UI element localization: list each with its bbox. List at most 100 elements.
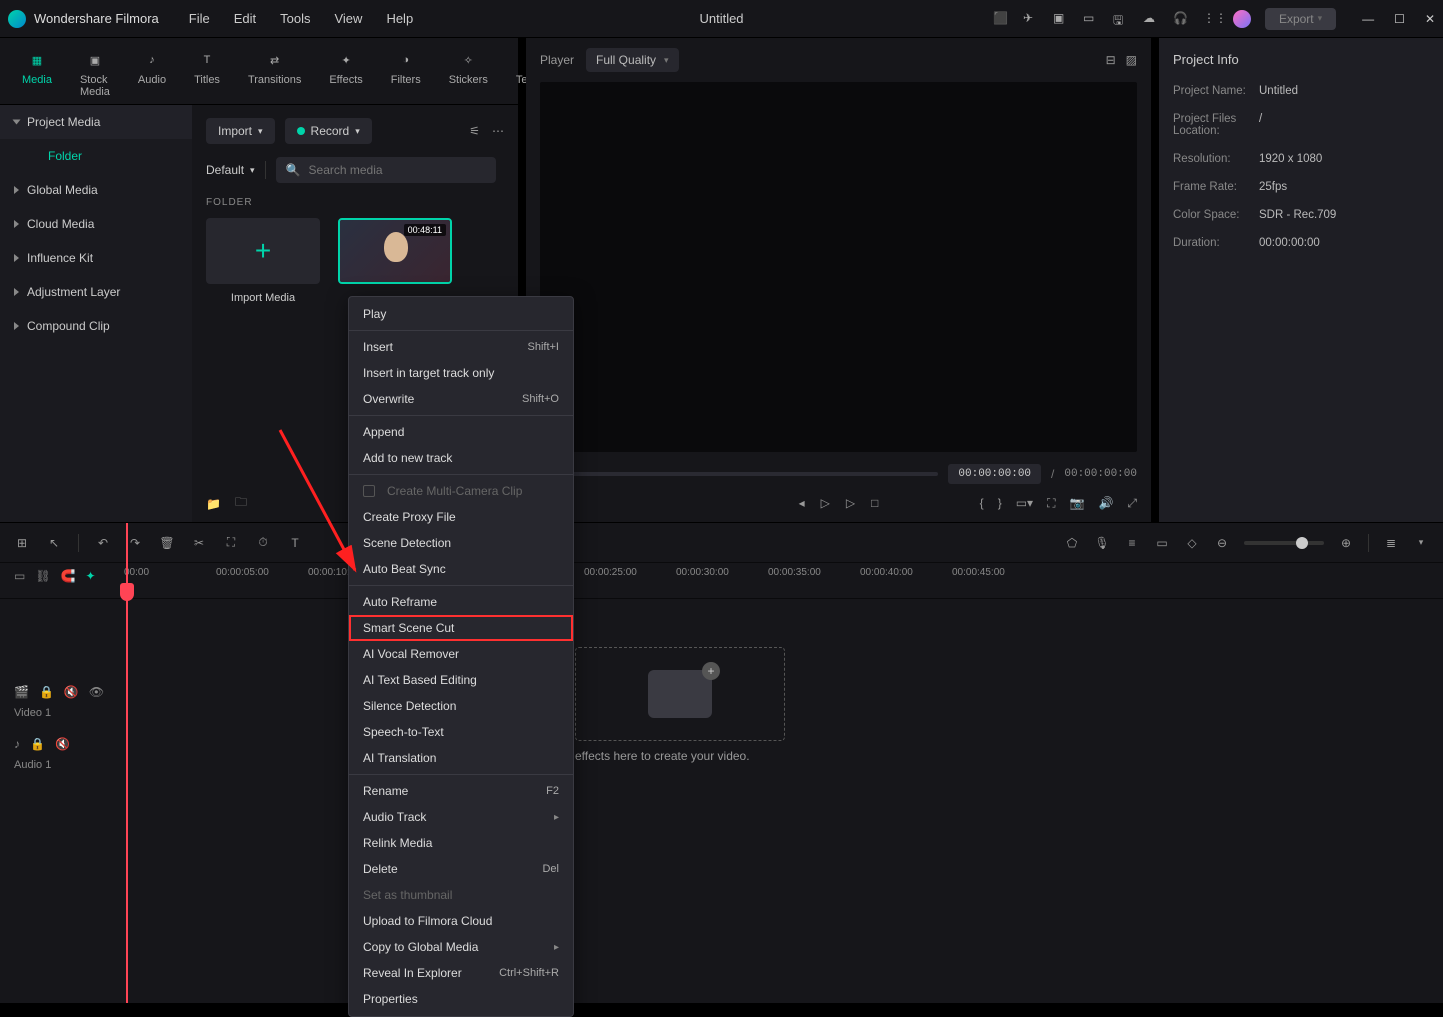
ctx-smart-scene-cut[interactable]: Smart Scene Cut — [349, 615, 573, 641]
crop-icon[interactable]: ⛶ — [1047, 496, 1055, 511]
menu-edit[interactable]: Edit — [234, 11, 256, 26]
mark-out-icon[interactable]: } — [998, 496, 1002, 511]
lock-icon[interactable]: 🔒 — [30, 737, 45, 751]
auto-ripple-icon[interactable]: ✦ — [86, 569, 96, 583]
ratio-icon[interactable]: ▭▾ — [1016, 496, 1033, 511]
lock-icon[interactable]: 🔒 — [39, 685, 54, 699]
pointer-icon[interactable]: ↖ — [46, 535, 62, 551]
ctx-scene-detection[interactable]: Scene Detection — [349, 530, 573, 556]
filter-icon[interactable]: ⚟ — [469, 124, 480, 138]
export-button[interactable]: Export ▾ — [1265, 8, 1336, 30]
volume-icon[interactable]: 🔊 — [1098, 496, 1113, 511]
menu-tools[interactable]: Tools — [280, 11, 310, 26]
ctx-vocal-remover[interactable]: AI Vocal Remover — [349, 641, 573, 667]
playhead-handle[interactable] — [120, 583, 134, 601]
ctx-text-editing[interactable]: AI Text Based Editing — [349, 667, 573, 693]
magnet-icon[interactable]: 🧲 — [61, 569, 76, 583]
mark-in-icon[interactable]: { — [980, 496, 984, 511]
layout1-icon[interactable]: ▣ — [1053, 11, 1069, 27]
ctx-reveal-explorer[interactable]: Reveal In ExplorerCtrl+Shift+R — [349, 960, 573, 986]
menu-view[interactable]: View — [334, 11, 362, 26]
fullscreen-icon[interactable]: ⤢ — [1127, 496, 1137, 511]
sidebar-adjustment-layer[interactable]: Adjustment Layer — [0, 275, 192, 309]
redo-icon[interactable]: ↷ — [127, 535, 143, 551]
save-icon[interactable]: 🖫 — [1113, 11, 1129, 27]
sort-dropdown[interactable]: Default ▾ — [206, 157, 255, 183]
folder-icon[interactable]: 🗀 — [235, 493, 247, 514]
ctx-play[interactable]: Play — [349, 301, 573, 327]
tab-stickers[interactable]: ✧Stickers — [439, 44, 498, 104]
sidebar-global-media[interactable]: Global Media — [0, 173, 192, 207]
tab-stock-media[interactable]: ▣Stock Media — [70, 44, 120, 104]
ctx-beat-sync[interactable]: Auto Beat Sync — [349, 556, 573, 582]
minimize-button[interactable]: — — [1362, 12, 1374, 26]
ctx-proxy[interactable]: Create Proxy File — [349, 504, 573, 530]
speed-icon[interactable]: ⏱ — [255, 535, 271, 551]
tab-effects[interactable]: ✦Effects — [319, 44, 372, 104]
menu-help[interactable]: Help — [386, 11, 413, 26]
ctx-silence-detection[interactable]: Silence Detection — [349, 693, 573, 719]
ctx-audio-track[interactable]: Audio Track▸ — [349, 804, 573, 830]
apps-icon[interactable]: ⋮⋮ — [1203, 11, 1219, 27]
chevron-down-icon[interactable]: ▾ — [1413, 535, 1429, 551]
keyframe-icon[interactable]: ◇ — [1184, 535, 1200, 551]
search-input[interactable] — [309, 163, 486, 177]
crop-tool-icon[interactable]: ⛶ — [223, 535, 239, 551]
zoom-out-icon[interactable]: ⊖ — [1214, 535, 1230, 551]
import-media-button[interactable]: + Import Media — [206, 218, 320, 304]
avatar-icon[interactable] — [1233, 10, 1251, 28]
tab-titles[interactable]: TTitles — [184, 44, 230, 104]
grid-icon[interactable]: ⊞ — [14, 535, 30, 551]
cut-icon[interactable]: ✂ — [191, 535, 207, 551]
next-frame-button[interactable]: ▷ — [846, 496, 855, 510]
tab-media[interactable]: ▦Media — [12, 44, 62, 104]
preview-viewport[interactable] — [540, 82, 1137, 452]
stop-button[interactable]: □ — [871, 496, 878, 510]
import-dropdown[interactable]: Import ▾ — [206, 118, 275, 144]
ctx-upload-cloud[interactable]: Upload to Filmora Cloud — [349, 908, 573, 934]
sidebar-influence-kit[interactable]: Influence Kit — [0, 241, 192, 275]
sidebar-compound-clip[interactable]: Compound Clip — [0, 309, 192, 343]
track-options-icon[interactable]: ≣ — [1383, 535, 1399, 551]
ctx-properties[interactable]: Properties — [349, 986, 573, 1012]
zoom-in-icon[interactable]: ⊕ — [1338, 535, 1354, 551]
mute-icon[interactable]: 🔇 — [64, 685, 79, 699]
marker-icon[interactable]: ⬠ — [1064, 535, 1080, 551]
text-icon[interactable]: T — [287, 535, 303, 551]
mixer-icon[interactable]: ≡ — [1124, 535, 1140, 551]
ctx-insert[interactable]: InsertShift+I — [349, 334, 573, 360]
link-icon[interactable]: ⛓ — [35, 569, 50, 583]
ctx-ai-translation[interactable]: AI Translation — [349, 745, 573, 771]
gift-icon[interactable]: ⬛ — [993, 11, 1009, 27]
playback-scrubber[interactable] — [540, 472, 938, 476]
ctx-speech-to-text[interactable]: Speech-to-Text — [349, 719, 573, 745]
close-button[interactable]: ✕ — [1425, 12, 1435, 26]
sidebar-cloud-media[interactable]: Cloud Media — [0, 207, 192, 241]
timeline-ruler[interactable]: ▭ ⛓ 🧲 ✦ 00:0000:00:05:0000:00:10:0000:00… — [0, 563, 1443, 599]
ctx-auto-reframe[interactable]: Auto Reframe — [349, 589, 573, 615]
ctx-insert-target[interactable]: Insert in target track only — [349, 360, 573, 386]
snapshot-icon[interactable]: 📷 — [1069, 496, 1084, 511]
ctx-overwrite[interactable]: OverwriteShift+O — [349, 386, 573, 412]
send-icon[interactable]: ✈ — [1023, 11, 1039, 27]
prev-frame-button[interactable]: ◂ — [799, 496, 805, 510]
sidebar-folder[interactable]: Folder — [0, 139, 192, 173]
tab-transitions[interactable]: ⇄Transitions — [238, 44, 311, 104]
search-media[interactable]: 🔍 — [276, 157, 496, 183]
render-icon[interactable]: ▭ — [1154, 535, 1170, 551]
ctx-append[interactable]: Append — [349, 419, 573, 445]
play-button[interactable]: ▷ — [821, 496, 830, 510]
tab-audio[interactable]: ♪Audio — [128, 44, 176, 104]
ctx-rename[interactable]: RenameF2 — [349, 778, 573, 804]
new-folder-icon[interactable]: 📁 — [206, 497, 221, 511]
snapshot-list-icon[interactable]: ▨ — [1126, 53, 1137, 67]
layout2-icon[interactable]: ▭ — [1083, 11, 1099, 27]
delete-icon[interactable]: 🗑 — [159, 535, 175, 551]
ctx-delete[interactable]: DeleteDel — [349, 856, 573, 882]
record-dropdown[interactable]: Record ▾ — [285, 118, 372, 144]
visibility-icon[interactable]: 👁 — [89, 685, 104, 699]
media-clip[interactable]: 00:48:11 — [338, 218, 452, 304]
undo-icon[interactable]: ↶ — [95, 535, 111, 551]
ctx-add-track[interactable]: Add to new track — [349, 445, 573, 471]
mute-icon[interactable]: 🔇 — [55, 737, 70, 751]
